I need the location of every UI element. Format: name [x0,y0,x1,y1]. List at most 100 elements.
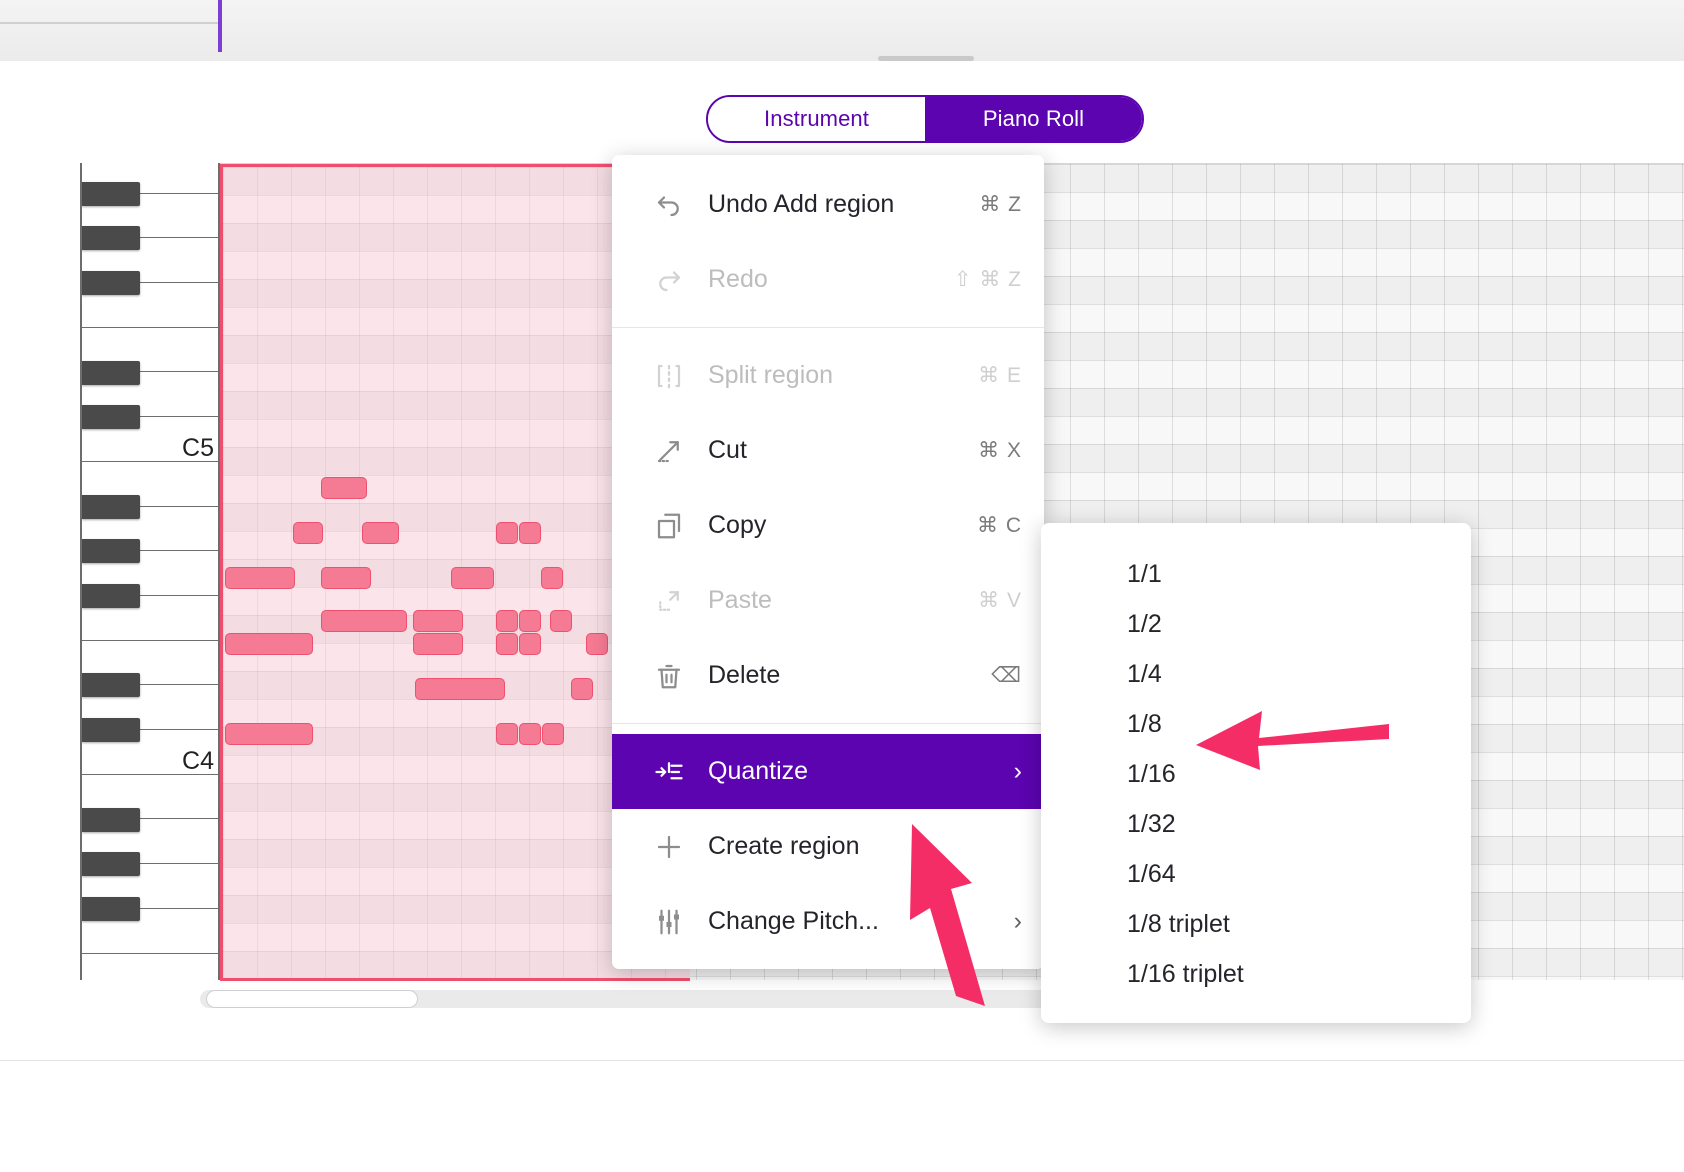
timeline-strip [0,0,1684,62]
midi-note[interactable] [519,610,541,632]
piano-key-A-sharp3[interactable] [82,807,140,832]
midi-note[interactable] [541,567,563,589]
midi-note[interactable] [496,610,518,632]
midi-note[interactable] [496,723,518,745]
midi-note[interactable] [542,723,564,745]
piano-key-G-sharp5[interactable] [82,226,140,251]
menu-item-copy[interactable]: Copy ⌘ C [612,488,1044,563]
quantize-option-1-8[interactable]: 1/8 [1041,699,1471,749]
midi-note[interactable] [519,522,541,544]
quantize-option-1-1[interactable]: 1/1 [1041,549,1471,599]
menu-item-label: Create region [708,832,860,860]
piano-key-F-sharp5[interactable] [82,271,140,296]
midi-note[interactable] [413,610,463,632]
piano-key-G-sharp4[interactable] [82,539,140,564]
midi-note[interactable] [496,633,518,655]
midi-note[interactable] [415,678,505,700]
midi-note[interactable] [321,477,367,499]
midi-note[interactable] [571,678,593,700]
midi-note[interactable] [293,522,323,544]
plus-icon [652,830,686,864]
midi-note[interactable] [225,723,313,745]
midi-note[interactable] [413,633,463,655]
midi-note[interactable] [451,567,494,589]
piano-key-D-sharp5[interactable] [82,360,140,385]
playhead-marker[interactable] [218,0,222,52]
menu-item-create-region[interactable]: Create region [612,809,1044,884]
menu-item-shortcut: ⌘ X [978,439,1022,462]
trash-icon [657,664,681,688]
midi-note[interactable] [586,633,608,655]
menu-item-label: Split region [708,361,834,389]
timeline-divider [0,22,218,24]
menu-item-label: Paste [708,586,772,614]
horizontal-scrollbar-thumb[interactable] [206,990,418,1008]
midi-note[interactable] [519,723,541,745]
piano-key-G-sharp3[interactable] [82,852,140,877]
split-icon [652,359,686,393]
piano-key-C-sharp4[interactable] [82,718,140,743]
menu-item-shortcut: ⌫ [991,664,1022,687]
menu-item-label: Redo [708,265,768,293]
view-tab-toggle: Instrument Piano Roll [706,95,1144,143]
midi-note[interactable] [496,522,518,544]
menu-item-label: Change Pitch... [708,907,879,935]
menu-item-shortcut: ⌘ Z [979,193,1022,216]
menu-item-shortcut: ⌘ C [977,514,1022,537]
menu-item-delete[interactable]: Delete ⌫ [612,638,1044,713]
quantize-option-1-8-triplet[interactable]: 1/8 triplet [1041,899,1471,949]
quantize-icon [655,761,683,779]
split-icon [657,364,681,388]
menu-item-paste: Paste ⌘ V [612,563,1044,638]
midi-note[interactable] [321,567,371,589]
piano-key-A-sharp4[interactable] [82,494,140,519]
midi-note[interactable] [550,610,572,632]
chevron-right-icon: › [1013,757,1022,785]
undo-icon [657,195,679,216]
midi-note[interactable] [362,522,399,544]
piano-key-C-sharp5[interactable] [82,405,140,430]
menu-item-shortcut: ⇧ ⌘ Z [953,268,1022,291]
piano-key-D-sharp4[interactable] [82,673,140,698]
quantize-option-1-2[interactable]: 1/2 [1041,599,1471,649]
piano-key-label: C5 [182,433,214,462]
menu-divider [612,327,1044,328]
piano-key-E3[interactable] [82,953,218,980]
tab-piano-roll[interactable]: Piano Roll [925,97,1142,141]
panel-drag-handle[interactable] [878,56,974,61]
plus-icon [657,835,681,858]
piano-key-F-sharp3[interactable] [82,896,140,921]
sliders-icon [659,909,679,934]
menu-item-label: Undo Add region [708,190,895,218]
menu-item-quantize[interactable]: Quantize › [612,734,1044,809]
midi-note[interactable] [225,567,295,589]
sliders-icon [652,905,686,939]
paste-icon [659,590,679,611]
quantize-option-1-16[interactable]: 1/16 [1041,749,1471,799]
quantize-option-1-16-triplet[interactable]: 1/16 triplet [1041,949,1471,999]
menu-item-shortcut: ⌘ V [978,589,1022,612]
transport-bar: 00:00.0 120 - On [0,1061,1684,1172]
piano-keyboard[interactable]: C5 C4 [80,163,220,980]
copy-icon [657,513,681,538]
menu-item-label: Quantize [708,757,809,785]
chevron-right-icon: › [1013,907,1022,935]
midi-note[interactable] [321,610,407,632]
quantize-submenu: 1/1 1/2 1/4 1/8 1/16 1/32 1/64 1/8 triplet 1/16 … [1041,523,1471,1023]
trash-icon [652,659,686,693]
midi-note[interactable] [519,633,541,655]
tab-instrument[interactable]: Instrument [708,97,925,141]
piano-key-A-sharp5[interactable] [82,181,140,206]
quantize-option-1-4[interactable]: 1/4 [1041,649,1471,699]
midi-note[interactable] [225,633,313,655]
undo-icon [652,188,686,222]
piano-key-F-sharp4[interactable] [82,584,140,608]
menu-item-redo: Redo ⇧ ⌘ Z [612,242,1044,317]
menu-item-label: Delete [708,661,781,689]
menu-item-cut[interactable]: Cut ⌘ X [612,413,1044,488]
quantize-option-1-32[interactable]: 1/32 [1041,799,1471,849]
menu-item-change-pitch[interactable]: Change Pitch... › [612,884,1044,959]
menu-item-undo-add-region[interactable]: Undo Add region ⌘ Z [612,167,1044,242]
context-menu: Undo Add region ⌘ Z Redo ⇧ ⌘ Z Split region ⌘… [612,155,1044,969]
quantize-option-1-64[interactable]: 1/64 [1041,849,1471,899]
